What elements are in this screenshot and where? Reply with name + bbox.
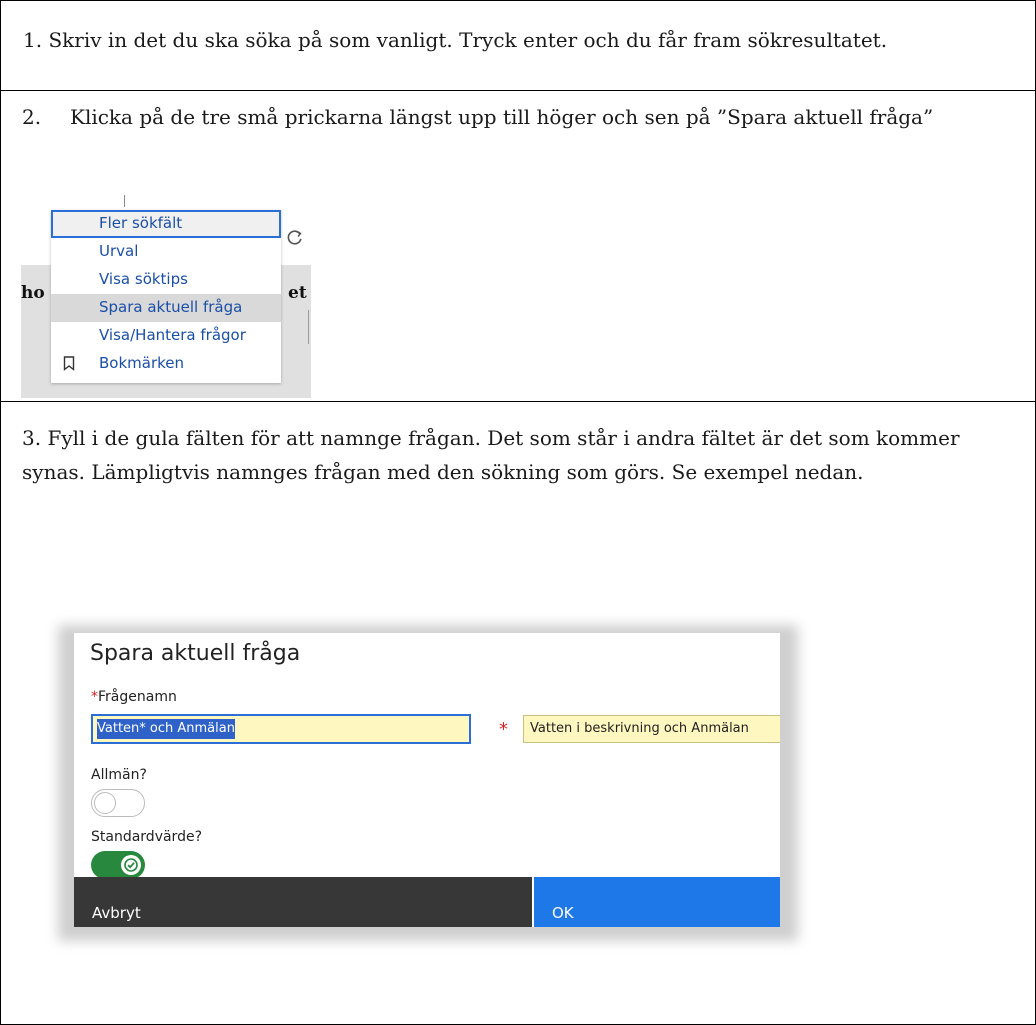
check-icon bbox=[124, 858, 138, 872]
required-marker-display: * bbox=[499, 719, 508, 740]
query-name-label-text: Frågenamn bbox=[98, 689, 177, 705]
dialog-screenshot: Spara aktuell fråga *Frågenamn Vatten* o… bbox=[58, 625, 798, 941]
menu-item-visa-soktips[interactable]: Visa söktips bbox=[51, 266, 281, 294]
toggle-knob bbox=[94, 792, 116, 814]
query-name-input[interactable]: Vatten* och Anmälan bbox=[91, 714, 471, 744]
divider-tick bbox=[124, 195, 125, 207]
partial-heading-left: ho bbox=[21, 283, 45, 303]
refresh-icon[interactable] bbox=[286, 228, 304, 246]
default-toggle[interactable] bbox=[91, 851, 145, 879]
menu-item-label: Fler sökfält bbox=[99, 214, 183, 232]
menu-item-label: Bokmärken bbox=[99, 354, 185, 372]
step-2-number: 2. bbox=[22, 105, 42, 129]
partial-heading-right: et bbox=[288, 283, 307, 303]
menu-item-bokmarken[interactable]: Bokmärken bbox=[51, 350, 281, 378]
query-name-label: *Frågenamn bbox=[91, 689, 177, 705]
step-3-text: 3. Fyll i de gula fälten för att namnge … bbox=[22, 426, 960, 484]
default-label: Standardvärde? bbox=[91, 829, 202, 845]
menu-item-fler-sokfalt[interactable]: Fler sökfält bbox=[51, 210, 281, 238]
menu-item-spara-aktuell-fraga[interactable]: Spara aktuell fråga bbox=[51, 294, 281, 322]
menu-item-label: Visa söktips bbox=[99, 270, 188, 288]
public-toggle[interactable] bbox=[91, 789, 145, 817]
menu-item-visa-hantera-fragor[interactable]: Visa/Hantera frågor bbox=[51, 322, 281, 350]
step-2-text-block: 2. Klicka på de tre små prickarna längst… bbox=[22, 100, 1018, 134]
menu-item-label: Visa/Hantera frågor bbox=[99, 326, 246, 344]
partial-field-edge bbox=[308, 310, 309, 344]
menu-screenshot: ho et Fler sökfält Urval Visa söktips Sp… bbox=[21, 195, 311, 398]
menu-item-urval[interactable]: Urval bbox=[51, 238, 281, 266]
public-label: Allmän? bbox=[91, 767, 147, 783]
step-2-text: Klicka på de tre små prickarna längst up… bbox=[70, 105, 934, 129]
step-1-row: 1. Skriv in det du ska söka på som vanli… bbox=[1, 1, 1035, 91]
dialog-title: Spara aktuell fråga bbox=[90, 641, 301, 666]
menu-item-label: Urval bbox=[99, 242, 139, 260]
query-name-value: Vatten* och Anmälan bbox=[97, 719, 235, 739]
save-query-dialog: Spara aktuell fråga *Frågenamn Vatten* o… bbox=[74, 633, 780, 927]
ok-button[interactable]: OK bbox=[534, 877, 780, 927]
display-name-input[interactable]: Vatten i beskrivning och Anmälan bbox=[523, 715, 780, 743]
toggle-knob bbox=[121, 855, 141, 875]
menu-item-label: Spara aktuell fråga bbox=[99, 298, 243, 316]
step-1-text: 1. Skriv in det du ska söka på som vanli… bbox=[23, 28, 888, 52]
options-menu: Fler sökfält Urval Visa söktips Spara ak… bbox=[51, 210, 281, 383]
required-marker: * bbox=[91, 689, 98, 705]
cancel-button[interactable]: Avbryt bbox=[74, 877, 532, 927]
bookmark-icon bbox=[63, 356, 75, 371]
